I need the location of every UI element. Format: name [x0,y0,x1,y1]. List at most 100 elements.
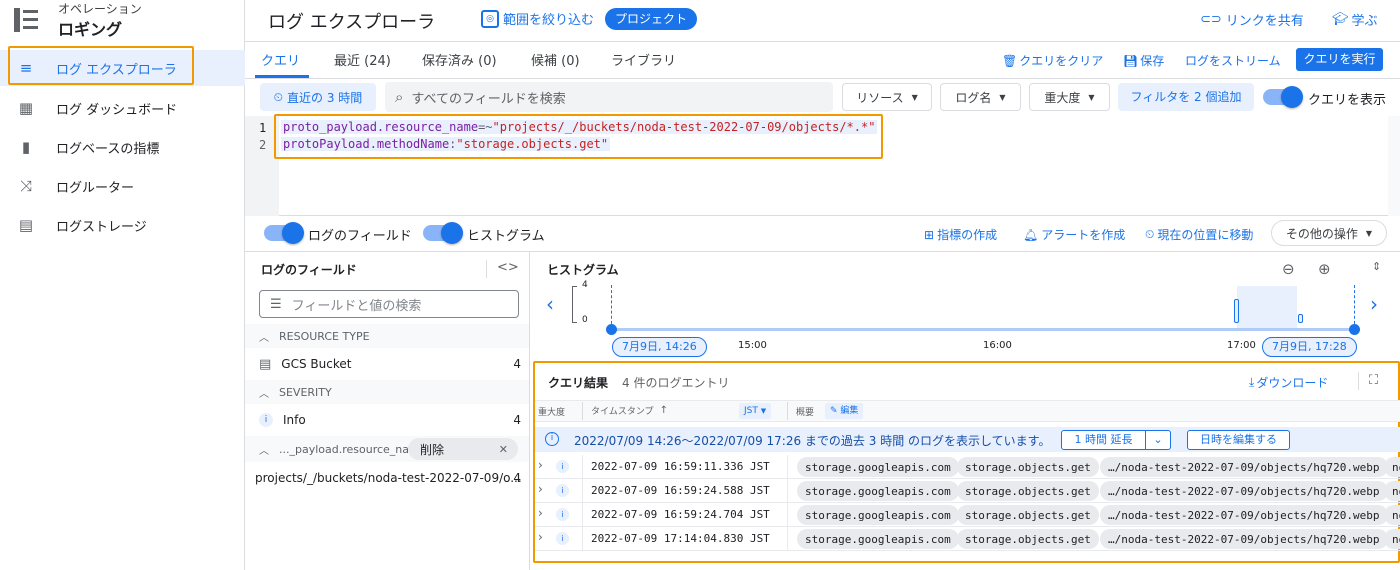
tab-saved[interactable]: 保存済み (0) [422,50,497,69]
tab-library[interactable]: ライブラリ [611,50,676,69]
col-header-severity[interactable]: 重大度 [538,405,565,418]
field-item-gcs-bucket[interactable]: ▤ GCS Bucket 4 [245,352,529,376]
create-metric-button[interactable]: ⊞ 指標の作成 [924,226,997,243]
edit-summary-button[interactable]: ✎ 編集 [825,403,864,419]
field-item-label: Info [283,413,306,427]
row-chip-method[interactable]: storage.objects.get [957,529,1099,549]
edit-time-button[interactable]: 日時を編集する [1187,430,1290,450]
row-chip-resource[interactable]: …/noda-test-2022-07-09/objects/hq720.web… [1100,481,1388,501]
severity-dropdown[interactable]: 重大度 ▼ [1029,83,1110,111]
row-chip-service[interactable]: storage.googleapis.com [797,505,959,525]
row-chip-resource[interactable]: …/noda-test-2022-07-09/objects/hq720.web… [1100,457,1388,477]
histogram-toggle[interactable] [423,222,463,244]
row-chip-method[interactable]: storage.objects.get [957,481,1099,501]
time-range-button[interactable]: ⏲︎ 直近の 3 時間 [260,83,376,111]
search-input[interactable]: すべてのフィールドを検索 [411,88,565,107]
log-fields-title: ログのフィールド [261,263,357,277]
resource-dropdown[interactable]: リソース ▼ [842,83,932,111]
row-chip-method[interactable]: storage.objects.get [957,457,1099,477]
row-chip-resource[interactable]: …/noda-test-2022-07-09/objects/hq720.web… [1100,505,1388,525]
row-chip-more[interactable]: no [1384,529,1400,549]
row-chip-more[interactable]: no [1384,505,1400,525]
project-chip[interactable]: プロジェクト [605,8,698,30]
chevron-left-icon[interactable]: ‹ [546,292,554,316]
section-header-severity[interactable]: ︿ SEVERITY [245,380,529,404]
timeline-end-handle[interactable] [1349,324,1360,335]
histogram-bar[interactable] [1298,314,1303,323]
col-divider [787,402,788,420]
table-row[interactable]: › i 2022-07-09 16:59:24.704 JST storage.… [535,503,1400,527]
field-item-count: 4 [513,357,521,371]
row-chip-more[interactable]: no [1384,481,1400,501]
row-chip-more[interactable]: no [1384,457,1400,477]
learn-button[interactable]: 🎓︎ 学ぶ [1332,10,1378,29]
field-item-info[interactable]: i Info 4 [245,408,529,432]
expand-vertical-icon[interactable]: ⇕ [1372,260,1381,273]
field-item-label: GCS Bucket [281,357,352,371]
sidebar-item-log-router[interactable]: ⤨ ログルーター [0,168,245,204]
tab-recent[interactable]: 最近 (24) [334,50,391,69]
end-time-label[interactable]: 7月9日, 17:28 [1262,337,1357,357]
expand-row-icon[interactable]: › [538,506,543,520]
run-query-button[interactable]: クエリを実行 [1296,48,1383,71]
scope-icon: ◎ [481,9,499,28]
editor-scrollbar[interactable] [1388,116,1400,216]
fullscreen-icon[interactable]: ⛶ [1369,373,1378,388]
scope-button[interactable]: ◎ 範囲を絞り込む [481,9,594,28]
collapse-panel-icon[interactable]: <> [497,260,519,275]
sidebar-item-log-metrics[interactable]: ▮ ログベースの指標 [0,129,245,165]
close-icon[interactable]: ✕ [499,443,508,456]
add-chart-icon: ⊞ [924,227,935,242]
sidebar-item-log-dashboard[interactable]: ▦ ログ ダッシュボード [0,90,245,126]
start-time-label[interactable]: 7月9日, 14:26 [612,337,707,357]
add-filter-button[interactable]: フィルタを 2 個追加 [1118,83,1254,111]
extend-button[interactable]: 1 時間 延長 [1061,430,1146,450]
sidebar-item-log-storage[interactable]: ▤ ログストレージ [0,207,245,243]
table-row[interactable]: › i 2022-07-09 17:14:04.830 JST storage.… [535,527,1400,551]
tick-label: 15:00 [738,340,767,351]
field-search-box[interactable]: ☰ フィールドと値の検索 [259,290,519,318]
section-header-resource-type[interactable]: ︿ RESOURCE TYPE [245,324,529,348]
table-row[interactable]: › i 2022-07-09 16:59:11.336 JST storage.… [535,455,1400,479]
timezone-dropdown[interactable]: JST ▼ [739,403,772,419]
search-icon: ⌕ [395,88,404,106]
table-row[interactable]: › i 2022-07-09 16:59:24.588 JST storage.… [535,479,1400,503]
remove-label: 削除 [420,442,445,457]
tab-suggested[interactable]: 候補 (0) [531,50,580,69]
row-chip-method[interactable]: storage.objects.get [957,505,1099,525]
expand-row-icon[interactable]: › [538,482,543,496]
create-alert-button[interactable]: 🔔︎ アラートを作成 [1023,226,1125,243]
extend-dropdown[interactable]: ⌄ [1146,430,1171,450]
histogram-bar[interactable] [1234,299,1239,323]
col-header-timestamp[interactable]: タイムスタンプ ↑ [591,404,668,417]
show-query-toggle[interactable] [1263,86,1303,108]
more-actions-button[interactable]: その他の操作 ▼ [1271,220,1387,246]
clear-query-button[interactable]: 🗑︎ クエリをクリア [1002,52,1103,69]
log-fields-toggle[interactable] [264,222,304,244]
zoom-out-icon[interactable]: ⊖ [1282,260,1295,278]
remove-chip[interactable]: 削除 ✕ [408,438,518,460]
chevron-right-icon[interactable]: › [1370,292,1378,316]
field-item-resource-name[interactable]: projects/_/buckets/noda-test-2022-07-09/… [245,466,529,490]
jump-now-button[interactable]: ⏲︎ 現在の位置に移動 [1145,226,1253,243]
tab-query[interactable]: クエリ [261,50,300,69]
field-search-input[interactable]: フィールドと値の検索 [292,295,422,314]
log-name-dropdown[interactable]: ログ名 ▼ [940,83,1021,111]
share-link-button[interactable]: ⊂⊃ リンクを共有 [1200,10,1304,29]
expand-row-icon[interactable]: › [538,530,543,544]
expand-row-icon[interactable]: › [538,458,543,472]
arrow-up-icon: ↑ [659,405,668,416]
zoom-in-icon[interactable]: ⊕ [1318,260,1331,278]
row-chip-service[interactable]: storage.googleapis.com [797,481,959,501]
row-chip-service[interactable]: storage.googleapis.com [797,457,959,477]
save-button[interactable]: 💾︎ 保存 [1123,52,1164,69]
search-field[interactable]: ⌕ すべてのフィールドを検索 [385,82,833,112]
timeline-start-handle[interactable] [606,324,617,335]
dashboard-icon: ▦ [18,99,34,117]
chevron-up-icon: ︿ [259,388,269,400]
stream-logs-button[interactable]: ログをストリーム [1185,52,1281,69]
section-header-resource-name[interactable]: ︿ ..._payload.resource_name 削除 ✕ [245,436,529,462]
download-button[interactable]: ⤓ ダウンロード [1249,374,1328,391]
row-chip-resource[interactable]: …/noda-test-2022-07-09/objects/hq720.web… [1100,529,1388,549]
row-chip-service[interactable]: storage.googleapis.com [797,529,959,549]
